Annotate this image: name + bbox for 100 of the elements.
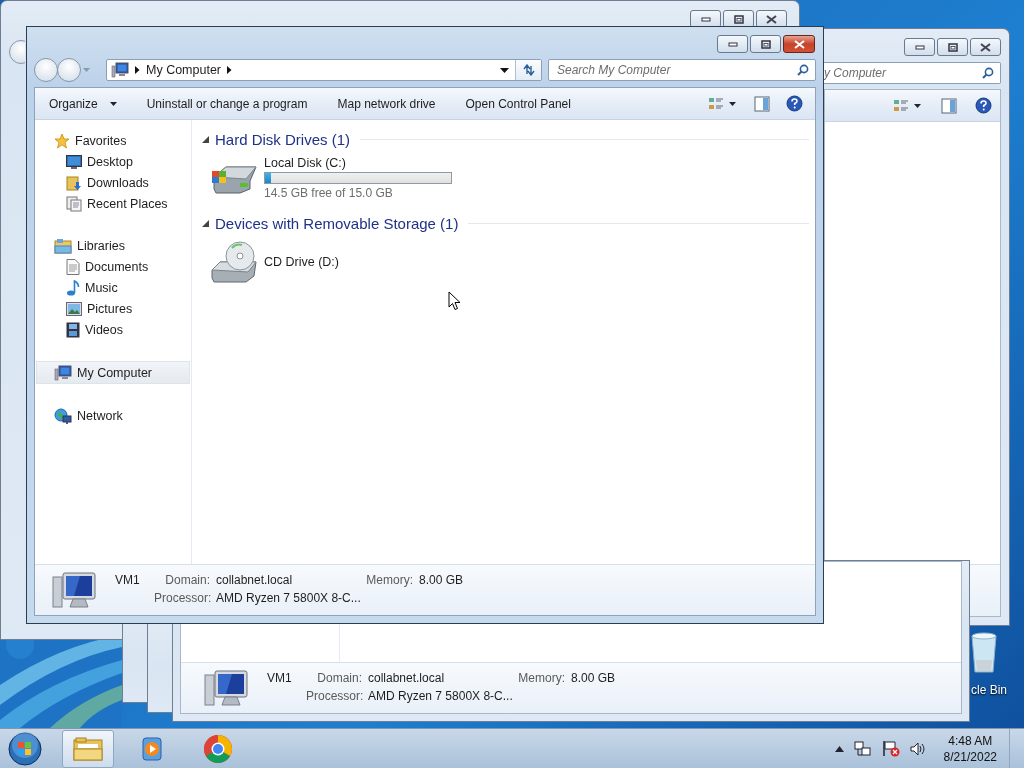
field-label: Memory: (365, 573, 413, 589)
chevron-icon[interactable] (227, 66, 233, 74)
help-icon[interactable] (786, 95, 803, 112)
group-header[interactable]: Devices with Removable Storage (1) (215, 214, 459, 232)
search-field[interactable]: Search My Computer (548, 59, 816, 81)
back-button[interactable] (34, 58, 58, 82)
maximize-button[interactable] (937, 38, 968, 56)
chevron-icon[interactable] (135, 66, 140, 74)
help-icon[interactable] (975, 97, 992, 114)
drive-name: CD Drive (D:) (264, 255, 339, 269)
caret-icon[interactable] (500, 67, 509, 73)
sidebar-item[interactable]: Downloads (36, 172, 191, 193)
back-button[interactable] (9, 40, 25, 64)
minimize-icon (727, 41, 738, 47)
sidebar-item[interactable]: Desktop (36, 151, 191, 172)
field-value: AMD Ryzen 7 5800X 8-C... (368, 689, 513, 705)
toolbar-button[interactable]: Organize (45, 93, 121, 114)
computer-icon (203, 669, 249, 709)
expand-triangle-icon[interactable] (202, 219, 209, 227)
sidebar-item[interactable]: Libraries (36, 235, 191, 256)
restore-icon (760, 39, 771, 49)
computer-name: VM1 (115, 572, 141, 587)
field-value: 8.00 GB (419, 573, 464, 589)
close-button[interactable] (783, 35, 815, 53)
drive-name: Local Disk (C:) (264, 156, 347, 170)
refresh-button[interactable] (515, 60, 541, 80)
field-label: Processor: (154, 591, 210, 607)
field-value: AMD Ryzen 7 5800X 8-C... (216, 591, 361, 607)
close-icon (980, 42, 991, 52)
forward-button[interactable] (57, 58, 81, 82)
flag-error-icon[interactable] (881, 740, 900, 757)
drive-item[interactable]: Local Disk (C:) 14.5 GB free of 15.0 GB (202, 149, 809, 207)
computer-icon (51, 571, 97, 611)
restore-icon (733, 14, 744, 24)
document-icon (66, 258, 80, 275)
folder-icon (72, 735, 104, 762)
picture-icon (66, 301, 82, 316)
toolbar-button[interactable]: Uninstall or change a program (142, 93, 312, 114)
free-space-text: 14.5 GB free of 15.0 GB (264, 186, 394, 200)
sidebar-item[interactable]: Documents (36, 256, 191, 277)
sidebar-item[interactable]: Recent Places (36, 193, 191, 214)
libraries-icon (54, 237, 72, 254)
field-value: collabnet.local (216, 573, 293, 589)
field-label: Domain: (316, 671, 362, 687)
network-icon[interactable] (853, 740, 872, 757)
clock[interactable]: 4:48 AM 8/21/2022 (941, 732, 999, 765)
show-hidden-icons-icon[interactable] (834, 745, 844, 752)
address-bar[interactable]: My Computer (106, 59, 542, 81)
minimize-icon (700, 16, 711, 22)
taskbar-button[interactable] (62, 729, 114, 768)
restore-icon (947, 42, 958, 52)
close-icon (766, 14, 777, 24)
field-label: Memory: (517, 671, 565, 687)
sidebar-item[interactable]: Music (36, 277, 191, 298)
sidebar-item[interactable]: Videos (36, 319, 191, 340)
recycle-bin-icon[interactable] (970, 632, 998, 674)
folder-download-icon (66, 174, 82, 191)
speaker-icon[interactable] (909, 741, 926, 756)
start-button[interactable] (8, 731, 42, 766)
cursor-icon (448, 291, 461, 311)
search-icon (982, 67, 994, 79)
computer-name: VM1 (267, 670, 293, 685)
toolbar-button[interactable]: Map network drive (333, 93, 440, 114)
computer-icon (111, 62, 129, 78)
toolbar-button[interactable]: Open Control Panel (461, 93, 575, 114)
computer-icon (54, 364, 72, 381)
icon-label: cle Bin (971, 683, 1008, 697)
clock-time: 4:48 AM (948, 732, 993, 749)
network-icon (54, 407, 72, 424)
close-icon (793, 39, 805, 49)
field-value: 8.00 GB (571, 671, 616, 687)
search-icon (797, 64, 809, 76)
preview-pane-icon[interactable] (941, 97, 957, 114)
view-options-icon[interactable] (893, 98, 923, 113)
expand-triangle-icon[interactable] (202, 135, 209, 143)
group-header[interactable]: Hard Disk Drives (1) (215, 130, 350, 148)
drive-item[interactable]: CD Drive (D:) (202, 233, 809, 291)
field-label: Domain: (164, 573, 210, 589)
film-icon (66, 321, 80, 338)
close-button[interactable] (970, 38, 1001, 56)
field-label: Processor: (306, 689, 362, 705)
browser-icon (203, 733, 233, 764)
sidebar-item[interactable]: My Computer (36, 361, 190, 384)
star-icon (54, 132, 70, 149)
refresh-icon (521, 64, 536, 76)
desktop-icon (66, 154, 82, 169)
sidebar-item[interactable]: Pictures (36, 298, 191, 319)
maximize-button[interactable] (750, 35, 781, 53)
breadcrumb[interactable]: My Computer (146, 63, 222, 77)
sidebar-item[interactable]: Favorites (36, 130, 191, 151)
field-value: collabnet.local (368, 671, 445, 687)
cd-drive-icon (210, 240, 260, 284)
view-options-icon[interactable] (708, 96, 738, 111)
minimize-icon (914, 44, 925, 50)
clock-date: 8/21/2022 (943, 748, 997, 765)
media-player-icon (139, 735, 165, 762)
recent-places-icon (66, 195, 82, 212)
music-note-icon (66, 279, 80, 296)
sidebar-item[interactable]: Network (36, 405, 191, 426)
preview-pane-icon[interactable] (754, 95, 770, 112)
